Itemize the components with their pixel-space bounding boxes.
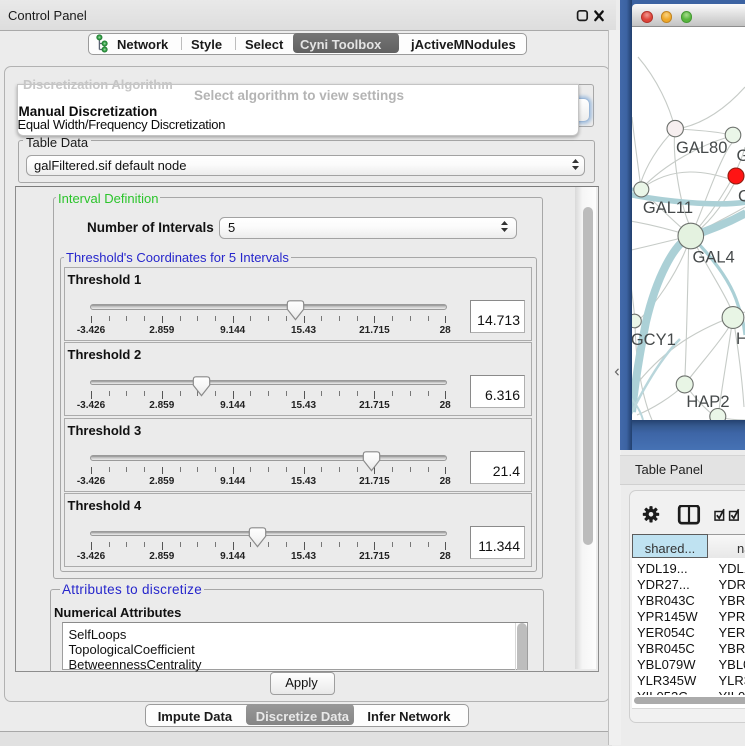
svg-text:GAL4: GAL4	[693, 248, 735, 266]
svg-text:GCY1: GCY1	[632, 331, 676, 349]
svg-text:GAL80: GAL80	[676, 139, 727, 157]
svg-text:GAL11: GAL11	[643, 199, 693, 217]
svg-text:HI: HI	[736, 330, 745, 348]
svg-text:HAP2: HAP2	[686, 393, 729, 411]
svg-text:CC: CC	[738, 188, 745, 206]
svg-text:GA: GA	[737, 147, 745, 165]
